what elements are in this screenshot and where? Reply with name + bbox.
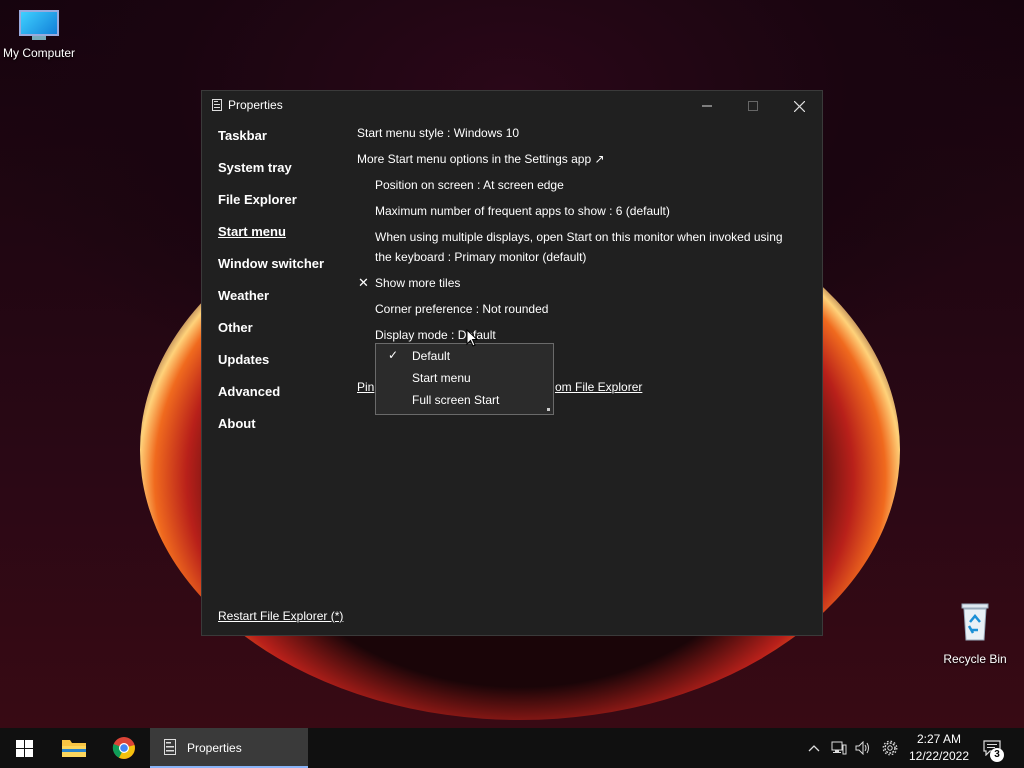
gear-icon xyxy=(882,740,898,756)
sidebar-item-start-menu[interactable]: Start menu xyxy=(218,224,286,239)
restart-file-explorer-link[interactable]: Restart File Explorer (*) xyxy=(218,609,343,623)
sidebar-item-file-explorer[interactable]: File Explorer xyxy=(218,192,297,207)
setting-start-menu-style[interactable]: Start menu style : Windows 10 xyxy=(357,126,519,140)
sidebar-item-other[interactable]: Other xyxy=(218,320,253,335)
desktop-icon-label: Recycle Bin xyxy=(943,652,1007,666)
chevron-up-icon xyxy=(808,745,820,752)
setting-multi-display-line1[interactable]: When using multiple displays, open Start… xyxy=(375,230,783,244)
resize-grip-icon[interactable] xyxy=(547,408,550,411)
notification-count-badge: 3 xyxy=(990,748,1004,762)
sidebar-item-about[interactable]: About xyxy=(218,416,256,431)
taskbar-task-label: Properties xyxy=(187,741,242,755)
maximize-button[interactable] xyxy=(730,91,776,121)
clock[interactable]: 2:27 AM 12/22/2022 xyxy=(904,731,974,765)
sidebar-item-updates[interactable]: Updates xyxy=(218,352,269,367)
properties-window: Properties Taskbar System tray File Expl… xyxy=(201,90,823,636)
more-start-options-link[interactable]: More Start menu options in the Settings … xyxy=(357,152,605,166)
start-button[interactable] xyxy=(0,728,48,768)
setting-position-on-screen[interactable]: Position on screen : At screen edge xyxy=(375,178,564,192)
sidebar-item-taskbar[interactable]: Taskbar xyxy=(218,128,267,143)
dropdown-option-start-menu[interactable]: Start menu xyxy=(412,371,471,385)
setting-multi-display-line2[interactable]: the keyboard : Primary monitor (default) xyxy=(375,250,586,264)
properties-icon xyxy=(164,739,176,755)
setting-max-frequent-apps[interactable]: Maximum number of frequent apps to show … xyxy=(375,204,670,218)
close-icon xyxy=(793,100,805,112)
title-bar[interactable]: Properties xyxy=(202,91,822,121)
action-center-button[interactable]: 3 xyxy=(978,728,1018,768)
desktop-icon-my-computer[interactable]: My Computer xyxy=(0,10,78,60)
window-title: Properties xyxy=(228,98,283,112)
sidebar-item-system-tray[interactable]: System tray xyxy=(218,160,292,175)
chrome-taskbar-button[interactable] xyxy=(100,728,148,768)
clock-date: 12/22/2022 xyxy=(908,749,970,763)
desktop-icon-recycle-bin[interactable]: Recycle Bin xyxy=(940,602,1010,666)
maximize-icon xyxy=(748,101,758,111)
sidebar-item-advanced[interactable]: Advanced xyxy=(218,384,280,399)
setting-corner-preference[interactable]: Corner preference : Not rounded xyxy=(375,302,548,316)
show-hidden-icons-button[interactable] xyxy=(804,728,824,768)
file-explorer-taskbar-button[interactable] xyxy=(50,728,98,768)
windows-logo-icon xyxy=(15,739,33,757)
checkmark-icon: ✓ xyxy=(388,348,399,362)
properties-taskbar-button[interactable]: Properties xyxy=(150,728,308,768)
mouse-cursor-icon xyxy=(466,329,478,347)
clock-time: 2:27 AM xyxy=(916,732,962,746)
dropdown-option-full-screen-start[interactable]: Full screen Start xyxy=(412,393,499,407)
pin-link-left[interactable]: Pin xyxy=(357,380,374,394)
minimize-icon xyxy=(702,105,712,107)
properties-icon xyxy=(212,99,222,111)
minimize-button[interactable] xyxy=(684,91,730,121)
sidebar-item-window-switcher[interactable]: Window switcher xyxy=(218,256,324,271)
sidebar-item-weather[interactable]: Weather xyxy=(218,288,269,303)
network-tray-button[interactable] xyxy=(828,728,850,768)
settings-tray-button[interactable] xyxy=(878,728,902,768)
show-more-tiles-x-icon[interactable]: ✕ xyxy=(358,275,369,291)
dropdown-option-default[interactable]: Default xyxy=(412,349,450,363)
desktop-icon-label: My Computer xyxy=(2,46,76,60)
speaker-icon xyxy=(855,741,869,755)
display-mode-dropdown: ✓ Default Start menu Full screen Start xyxy=(375,343,554,415)
pin-link-right[interactable]: om File Explorer xyxy=(555,380,642,394)
close-button[interactable] xyxy=(776,91,822,121)
network-icon xyxy=(831,741,847,755)
setting-show-more-tiles[interactable]: Show more tiles xyxy=(375,276,460,290)
folder-icon xyxy=(62,740,86,757)
computer-icon xyxy=(19,10,59,40)
chrome-icon xyxy=(112,737,135,759)
volume-tray-button[interactable] xyxy=(852,728,874,768)
recycle-bin-icon xyxy=(959,602,991,642)
taskbar: Properties 2:27 AM 12/22/2022 3 xyxy=(0,728,1024,768)
